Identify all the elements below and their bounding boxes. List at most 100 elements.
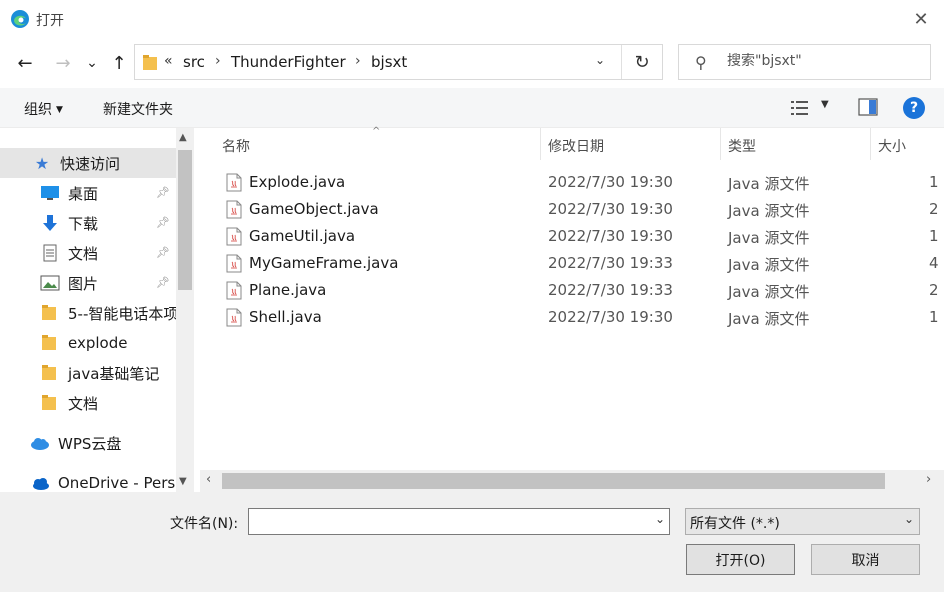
sidebar-item-folder-java-notes[interactable]: java基础笔记 (0, 358, 176, 388)
breadcrumb-thunderfighter[interactable]: ThunderFighter (231, 53, 346, 71)
breadcrumb-separator-icon[interactable]: › (215, 53, 221, 69)
view-options-icon[interactable] (790, 98, 810, 118)
sidebar-item-downloads[interactable]: 下载 📌︎ (0, 208, 176, 238)
file-type-select[interactable]: 所有文件 (*.*) ⌄ (685, 508, 920, 535)
column-separator[interactable] (720, 128, 721, 160)
cloud-icon (31, 438, 49, 450)
horizontal-scrollbar[interactable]: ‹ › (200, 470, 944, 492)
sidebar-item-wps-cloud[interactable]: WPS云盘 (0, 428, 176, 458)
column-header-name[interactable]: 名称 (222, 136, 250, 156)
title-bar: 打开 ✕ (0, 0, 944, 38)
caret-down-icon: ▼ (56, 105, 63, 115)
close-button[interactable]: ✕ (898, 0, 944, 38)
column-header-size[interactable]: 大小 (878, 136, 906, 156)
filename-input[interactable] (253, 512, 643, 528)
sidebar-item-label: 文档 (68, 394, 99, 413)
dialog-footer: 文件名(N): ⌄ 所有文件 (*.*) ⌄ 打开(O) 取消 (0, 492, 944, 592)
sidebar-item-label: 桌面 (68, 184, 99, 203)
scroll-down-icon[interactable]: ▼ (179, 476, 187, 487)
scrollbar-thumb[interactable] (178, 150, 192, 290)
sidebar-item-label: 快速访问 (60, 154, 121, 173)
file-modified: 2022/7/30 19:30 (548, 308, 673, 326)
file-name: GameUtil.java (249, 227, 356, 245)
search-input[interactable] (727, 53, 917, 69)
organize-menu[interactable]: 组织 ▼ (24, 99, 63, 119)
java-file-icon (226, 227, 242, 246)
sidebar-item-folder-explode[interactable]: explode (0, 328, 176, 358)
file-size: 2 (929, 200, 939, 218)
view-caret-down-icon[interactable]: ▼ (821, 99, 829, 110)
open-button[interactable]: 打开(O) (686, 544, 795, 575)
edge-app-icon (11, 10, 29, 28)
sidebar-item-documents[interactable]: 文档 📌︎ (0, 238, 176, 268)
refresh-button[interactable]: ↻ (622, 45, 662, 79)
file-size: 1 (929, 308, 939, 326)
chevron-down-icon[interactable]: ⌄ (655, 512, 665, 526)
sidebar-item-folder-documents[interactable]: 文档 (0, 388, 176, 418)
sidebar-item-folder-phonebook[interactable]: 5--智能电话本项 (0, 298, 176, 328)
scroll-right-icon[interactable]: › (926, 472, 931, 487)
sidebar-item-label: WPS云盘 (58, 434, 122, 453)
address-row: ← → ⌄ ↑ « src › ThunderFighter › bjsxt ⌄… (0, 38, 944, 88)
forward-arrow-icon: → (55, 52, 71, 74)
java-file-icon (226, 281, 242, 300)
address-dropdown-icon[interactable]: ⌄ (590, 53, 610, 67)
file-modified: 2022/7/30 19:33 (548, 281, 673, 299)
column-header-modified[interactable]: 修改日期 (548, 136, 604, 156)
column-separator[interactable] (540, 128, 541, 160)
file-row[interactable]: Plane.java 2022/7/30 19:33 Java 源文件 2 (220, 277, 944, 304)
recent-locations-button[interactable]: ⌄ (82, 50, 102, 76)
file-row[interactable]: Shell.java 2022/7/30 19:30 Java 源文件 1 (220, 304, 944, 331)
forward-button[interactable]: → (50, 50, 76, 76)
folder-icon (42, 365, 56, 380)
download-icon (43, 215, 57, 231)
sidebar-item-pictures[interactable]: 图片 📌︎ (0, 268, 176, 298)
scroll-left-icon[interactable]: ‹ (206, 472, 211, 487)
file-name: Explode.java (249, 173, 346, 191)
cancel-button[interactable]: 取消 (811, 544, 920, 575)
file-row[interactable]: GameUtil.java 2022/7/30 19:30 Java 源文件 1 (220, 223, 944, 250)
file-type-value: 所有文件 (*.*) (690, 516, 780, 532)
file-type: Java 源文件 (728, 256, 810, 274)
filename-field[interactable]: ⌄ (248, 508, 670, 535)
breadcrumb-bjsxt[interactable]: bjsxt (371, 53, 407, 71)
desktop-icon (41, 186, 59, 200)
help-icon[interactable]: ? (903, 97, 925, 119)
column-separator[interactable] (870, 128, 871, 160)
sidebar-item-desktop[interactable]: 桌面 📌︎ (0, 178, 176, 208)
sidebar-item-label: explode (68, 334, 128, 352)
file-row[interactable]: Explode.java 2022/7/30 19:30 Java 源文件 1 (220, 169, 944, 196)
search-box[interactable]: ⚲ (678, 44, 931, 80)
navigation-scrollbar[interactable]: ▲ ▼ (176, 128, 194, 492)
document-icon (43, 244, 57, 262)
up-button[interactable]: ↑ (106, 50, 132, 76)
file-modified: 2022/7/30 19:30 (548, 173, 673, 191)
sort-ascending-icon: ^ (372, 126, 381, 137)
sidebar-item-quick-access[interactable]: ★ 快速访问 (0, 148, 176, 178)
back-arrow-icon: ← (17, 52, 33, 74)
picture-icon (40, 275, 60, 291)
organize-label: 组织 (24, 102, 52, 118)
back-button[interactable]: ← (12, 50, 38, 76)
file-list: ^ 名称 修改日期 类型 大小 Explode.java 2022/7/30 19… (200, 126, 944, 470)
address-bar[interactable]: « src › ThunderFighter › bjsxt ⌄ ↻ (134, 44, 663, 80)
preview-pane-icon[interactable] (858, 98, 878, 116)
close-icon: ✕ (913, 8, 929, 30)
sidebar-item-label: OneDrive - Perso (58, 474, 176, 492)
file-type: Java 源文件 (728, 202, 810, 220)
scroll-up-icon[interactable]: ▲ (179, 132, 187, 143)
breadcrumb-overflow-icon[interactable]: « (164, 53, 173, 69)
file-modified: 2022/7/30 19:30 (548, 227, 673, 245)
file-row[interactable]: MyGameFrame.java 2022/7/30 19:33 Java 源文件 4 (220, 250, 944, 277)
file-name: GameObject.java (249, 200, 379, 218)
new-folder-button[interactable]: 新建文件夹 (103, 99, 173, 119)
column-header-type[interactable]: 类型 (728, 136, 756, 156)
file-row[interactable]: GameObject.java 2022/7/30 19:30 Java 源文件 2 (220, 196, 944, 223)
navigation-pane: ★ 快速访问 桌面 📌︎ 下载 📌︎ 文档 📌︎ 图片 📌︎ 5--智能电话本项… (0, 128, 196, 492)
file-modified: 2022/7/30 19:30 (548, 200, 673, 218)
file-size: 2 (929, 281, 939, 299)
breadcrumb-src[interactable]: src (183, 53, 205, 71)
command-bar: 组织 ▼ 新建文件夹 ▼ (0, 88, 944, 128)
breadcrumb-separator-icon[interactable]: › (355, 53, 361, 69)
scrollbar-thumb[interactable] (222, 473, 885, 489)
